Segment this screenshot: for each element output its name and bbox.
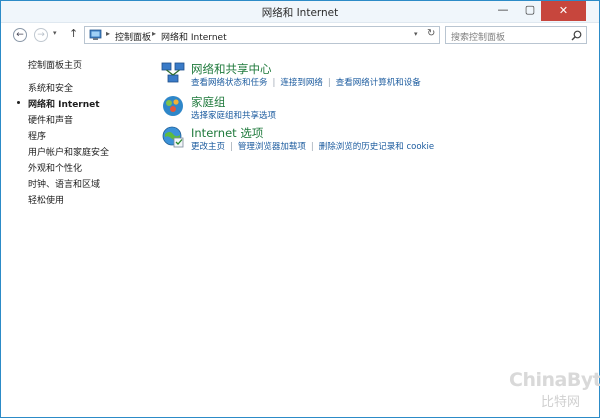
network-sharing-center-links: 查看网络状态和任务 | 连接到网络 | 查看网络计算机和设备: [191, 78, 421, 88]
search-placeholder: 搜索控制面板: [451, 33, 506, 43]
address-bar[interactable]: ▸ 控制面板 ▸ 网络和 Internet ▾ ↻: [84, 26, 440, 44]
sidebar-item-appearance[interactable]: 外观和个性化: [28, 161, 82, 174]
link-homegroup-options[interactable]: 选择家庭组和共享选项: [191, 111, 276, 121]
forward-button[interactable]: →: [34, 28, 48, 42]
link-change-homepage[interactable]: 更改主页: [191, 142, 225, 152]
address-separator[interactable]: ▸: [106, 29, 110, 38]
internet-options-icon: [162, 126, 184, 148]
homegroup-links: 选择家庭组和共享选项: [191, 109, 276, 121]
back-button[interactable]: ←: [13, 28, 27, 42]
homegroup-icon: [163, 96, 183, 116]
close-button[interactable]: ✕: [541, 1, 586, 21]
watermark-sub: 比特网: [541, 395, 581, 410]
sidebar-item-ease-of-access[interactable]: 轻松使用: [28, 193, 64, 206]
refresh-icon[interactable]: ↻: [427, 28, 435, 39]
watermark-brand: ChinaByte: [509, 369, 600, 391]
recent-locations-dropdown-icon[interactable]: ▾: [53, 29, 57, 37]
link-view-network-status[interactable]: 查看网络状态和任务: [191, 78, 268, 88]
internet-options-title[interactable]: Internet 选项: [191, 125, 263, 141]
search-input[interactable]: 搜索控制面板: [445, 26, 587, 44]
maximize-button[interactable]: ▢: [517, 1, 543, 21]
minimize-button[interactable]: —: [490, 1, 516, 21]
sidebar-item-user-accounts[interactable]: 用户帐户和家庭安全: [28, 145, 109, 158]
internet-options-links: 更改主页 | 管理浏览器加载项 | 删除浏览的历史记录和 cookie: [191, 142, 435, 152]
address-separator[interactable]: ▸: [152, 29, 156, 38]
sidebar-item-programs[interactable]: 程序: [28, 129, 46, 142]
sidebar-item-system-security[interactable]: 系统和安全: [28, 81, 73, 94]
network-sharing-center-icon: [161, 62, 185, 83]
sidebar-item-hardware-sound[interactable]: 硬件和声音: [28, 113, 73, 126]
category-internet-options: Internet 选项 更改主页 | 管理浏览器加载项 | 删除浏览的历史记录和 coo…: [161, 125, 461, 153]
sidebar: 控制面板主页 系统和安全 网络和 Internet 硬件和声音 程序 用户帐户和…: [1, 46, 151, 418]
search-icon[interactable]: [571, 30, 582, 41]
link-delete-history[interactable]: 删除浏览的历史记录和 cookie: [319, 142, 434, 152]
link-manage-addons[interactable]: 管理浏览器加载项: [238, 142, 306, 152]
sidebar-item-clock-language-region[interactable]: 时钟、语言和区域: [28, 177, 100, 190]
control-panel-icon: [89, 29, 102, 40]
sidebar-item-network-internet[interactable]: 网络和 Internet: [28, 97, 100, 110]
address-dropdown-icon[interactable]: ▾: [414, 30, 418, 38]
sidebar-home-link[interactable]: 控制面板主页: [28, 58, 82, 71]
navigation-bar: ← → ▾ ↑ ▸ 控制面板 ▸ 网络和 Internet ▾ ↻ 搜索控制面板: [1, 24, 599, 45]
network-sharing-center-title[interactable]: 网络和共享中心: [191, 61, 272, 77]
control-panel-window: 网络和 Internet — ▢ ✕ ← → ▾ ↑ ▸ 控制面板 ▸ 网络和 …: [0, 0, 600, 418]
address-segment-network-internet[interactable]: 网络和 Internet: [161, 30, 227, 43]
homegroup-title[interactable]: 家庭组: [191, 94, 226, 110]
category-homegroup: 家庭组 选择家庭组和共享选项: [161, 94, 461, 122]
address-segment-control-panel[interactable]: 控制面板: [115, 30, 151, 43]
title-bar[interactable]: 网络和 Internet — ▢ ✕: [1, 1, 599, 23]
link-connect-to-network[interactable]: 连接到网络: [280, 78, 323, 88]
category-network-sharing-center: 网络和共享中心 查看网络状态和任务 | 连接到网络 | 查看网络计算机和设备: [161, 61, 461, 89]
active-indicator-dot: [17, 101, 20, 104]
up-button[interactable]: ↑: [69, 27, 78, 40]
link-view-network-computers[interactable]: 查看网络计算机和设备: [336, 78, 421, 88]
